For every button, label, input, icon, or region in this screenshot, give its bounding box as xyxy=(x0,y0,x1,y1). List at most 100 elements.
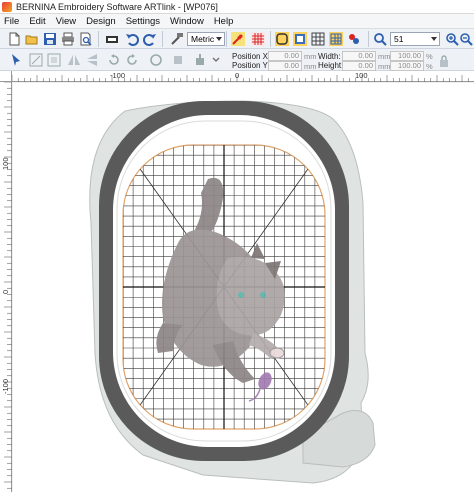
scale-tool-button[interactable] xyxy=(46,52,62,68)
print-preview-button[interactable] xyxy=(78,31,94,47)
height-unit: mm xyxy=(378,62,391,71)
standard-toolbar: Metric 51 xyxy=(0,29,474,49)
toolbar-separator xyxy=(98,31,99,47)
mirror-horizontal-icon xyxy=(68,55,80,65)
rotate-left-button[interactable] xyxy=(106,52,122,68)
redo-icon xyxy=(143,34,156,46)
show-stitches-button[interactable] xyxy=(250,31,266,47)
units-select[interactable]: Metric xyxy=(187,32,225,46)
hoop-icon xyxy=(275,32,289,46)
transform-toolbar: Position X: Position Y: 0.00 0.00 mm mm … xyxy=(0,49,474,71)
folder-open-icon xyxy=(25,35,38,45)
resize-icon xyxy=(29,53,43,67)
color-palette-icon xyxy=(349,34,359,44)
height-percent-field[interactable]: 100.00 xyxy=(390,61,424,71)
zoom-button[interactable] xyxy=(372,31,388,47)
ruler-left: 100 0 -100 xyxy=(0,82,12,492)
chevron-down-icon xyxy=(216,37,222,41)
zoom-in-icon xyxy=(446,33,459,46)
center-icon xyxy=(196,54,204,65)
stitch-order-button[interactable] xyxy=(328,31,344,47)
zoom-select[interactable]: 51 xyxy=(390,32,440,46)
mirror-horizontal-button[interactable] xyxy=(66,52,82,68)
zoom-out-icon xyxy=(460,33,473,46)
pos-y-field[interactable]: 0.00 xyxy=(268,61,302,71)
rotate-right-button[interactable] xyxy=(124,52,140,68)
scale-icon xyxy=(47,53,61,67)
ruler-left-label-0: 0 xyxy=(1,289,10,294)
ruler-left-label-100: 100 xyxy=(1,157,10,170)
tools-button[interactable] xyxy=(169,31,185,47)
menu-view[interactable]: View xyxy=(56,16,76,27)
ruler-left-label-neg100: -100 xyxy=(1,378,10,394)
toolbar-separator xyxy=(270,31,271,47)
machine-export-icon xyxy=(106,36,118,43)
toolbar-separator xyxy=(226,31,227,47)
resize-tool-button[interactable] xyxy=(28,52,44,68)
window-title: BERNINA Embroidery Software ARTlink - [W… xyxy=(16,1,218,12)
height-percent-unit: % xyxy=(426,62,433,71)
print-icon xyxy=(62,32,74,46)
hammer-wrench-icon xyxy=(171,33,183,45)
arrow-pointer-icon xyxy=(12,54,20,66)
ruler-corner xyxy=(0,71,12,82)
pos-y-label: Position Y: xyxy=(232,61,270,70)
mirror-vertical-icon xyxy=(87,54,97,66)
menu-window[interactable]: Window xyxy=(170,16,204,27)
toolbar-separator xyxy=(162,31,163,47)
fit-to-hoop-button[interactable] xyxy=(170,52,186,68)
color-wizard-button[interactable] xyxy=(346,31,362,47)
width-percent-field[interactable]: 100.00 xyxy=(390,51,424,61)
rotate-right-icon xyxy=(127,54,137,65)
center-button[interactable] xyxy=(192,52,208,68)
rotate-left-icon xyxy=(109,54,119,65)
height-field[interactable]: 0.00 xyxy=(342,61,376,71)
grid-icon xyxy=(311,32,325,46)
arrange-button[interactable] xyxy=(208,52,224,68)
chevron-down-icon xyxy=(431,37,437,41)
save-button[interactable] xyxy=(42,31,58,47)
hoop-select-button[interactable] xyxy=(230,31,246,47)
new-file-button[interactable] xyxy=(6,31,22,47)
toolbar-separator xyxy=(368,31,369,47)
rotate-free-icon xyxy=(150,54,162,66)
pos-x-field[interactable]: 0.00 xyxy=(268,51,302,61)
pos-x-label: Position X: xyxy=(232,52,271,61)
calendar-grid-icon xyxy=(329,32,343,46)
show-hoop-button[interactable] xyxy=(274,31,290,47)
zoom-out-button[interactable] xyxy=(458,31,474,47)
menu-design[interactable]: Design xyxy=(86,16,116,27)
width-label: Width: xyxy=(318,52,341,61)
select-tool-button[interactable] xyxy=(8,52,24,68)
menu-bar: File Edit View Design Settings Window He… xyxy=(0,14,474,29)
app-window: BERNINA Embroidery Software ARTlink - [W… xyxy=(0,0,474,492)
ruler-top-ticks xyxy=(12,75,469,82)
export-machine-button[interactable] xyxy=(104,31,120,47)
title-bar: BERNINA Embroidery Software ARTlink - [W… xyxy=(0,0,474,14)
mirror-vertical-button[interactable] xyxy=(84,52,100,68)
undo-button[interactable] xyxy=(124,31,140,47)
menu-file[interactable]: File xyxy=(4,16,19,27)
menu-settings[interactable]: Settings xyxy=(126,16,160,27)
pos-y-unit: mm xyxy=(304,62,317,71)
app-logo-icon xyxy=(2,1,12,12)
magnifier-icon xyxy=(374,33,387,46)
rotate-free-button[interactable] xyxy=(148,52,164,68)
print-preview-icon xyxy=(80,32,92,46)
show-grid-button[interactable] xyxy=(310,31,326,47)
menu-help[interactable]: Help xyxy=(214,16,234,27)
menu-edit[interactable]: Edit xyxy=(29,16,45,27)
ruler-top: -100 0 100 xyxy=(12,71,474,82)
show-template-button[interactable] xyxy=(292,31,308,47)
pos-x-unit: mm xyxy=(304,52,317,61)
fit-hoop-icon xyxy=(174,56,182,64)
ruler-left-ticks xyxy=(4,82,12,489)
width-field[interactable]: 0.00 xyxy=(342,51,376,61)
width-percent-unit: % xyxy=(426,52,433,61)
proportional-lock-button[interactable] xyxy=(436,53,452,69)
print-button[interactable] xyxy=(60,31,76,47)
redo-button[interactable] xyxy=(142,31,158,47)
open-button[interactable] xyxy=(24,31,40,47)
lock-icon xyxy=(440,55,448,67)
design-canvas[interactable] xyxy=(13,83,474,492)
